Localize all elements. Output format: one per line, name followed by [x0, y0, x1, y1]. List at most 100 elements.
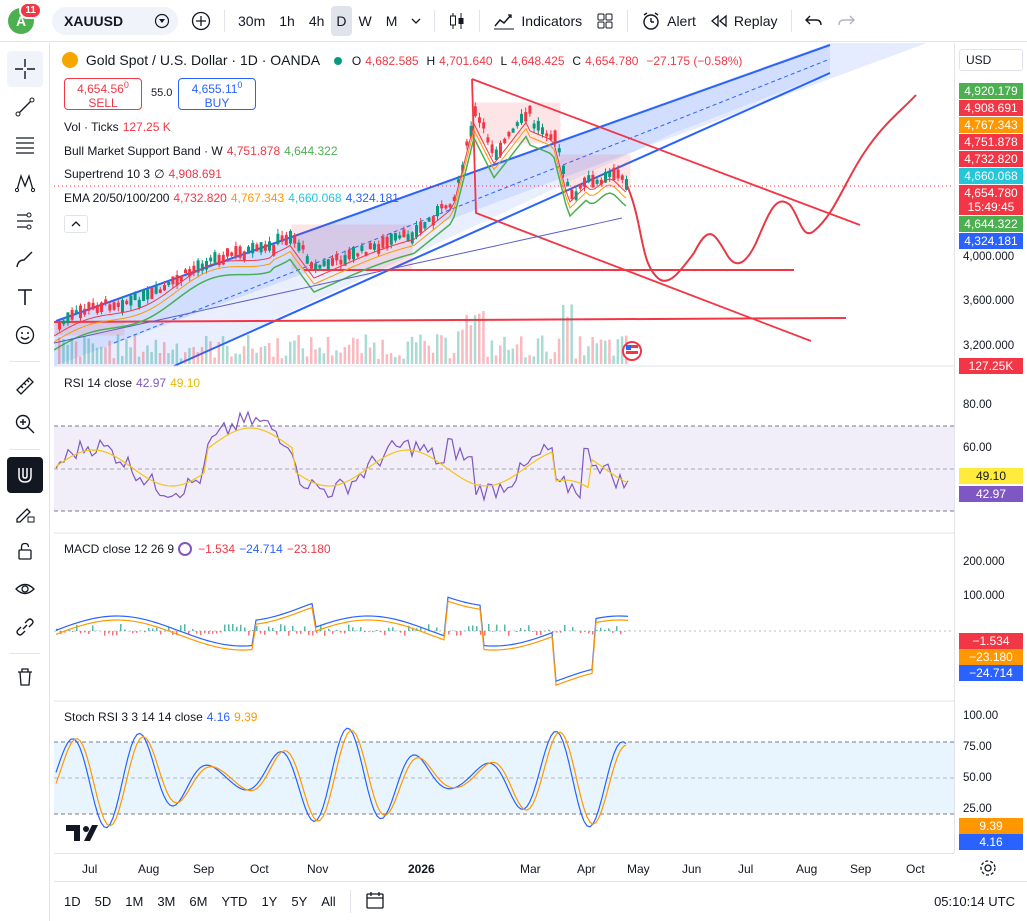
supertrend-legend[interactable]: Supertrend 10 3 ∅ 4,908.691: [64, 167, 226, 181]
macd-histogram-bar: [604, 629, 606, 631]
replay-button[interactable]: Replay: [703, 6, 785, 36]
range-1y[interactable]: 1Y: [261, 894, 277, 909]
macd-histogram-bar: [272, 627, 274, 631]
interval-30m[interactable]: 30m: [231, 6, 272, 36]
price-label: −24.714: [959, 665, 1023, 681]
currency-selector[interactable]: USD: [959, 49, 1023, 71]
compare-symbol-icon[interactable]: [154, 13, 170, 29]
chart-type-button[interactable]: [441, 6, 473, 36]
time-label: Mar: [520, 862, 541, 876]
macd-histogram-bar: [112, 631, 114, 636]
interval-1m[interactable]: M: [379, 6, 405, 36]
trend-line-tool[interactable]: [7, 89, 43, 125]
candlestick-series: [58, 102, 628, 332]
range-5y[interactable]: 5Y: [291, 894, 307, 909]
text-tool[interactable]: [7, 279, 43, 315]
volume-bar: [62, 339, 65, 364]
volume-bar: [116, 334, 120, 364]
range-all[interactable]: All: [321, 894, 335, 909]
stoch-legend[interactable]: Stoch RSI 3 3 14 14 close 4.16 9.39: [64, 710, 261, 724]
magnet-tool[interactable]: [7, 457, 43, 493]
collapse-legend-button[interactable]: [64, 215, 88, 233]
macd-histogram-bar: [232, 623, 234, 631]
sell-button[interactable]: 4,654.560 SELL: [64, 78, 142, 110]
macd-histogram-bar: [148, 628, 150, 631]
range-ytd[interactable]: YTD: [221, 894, 247, 909]
templates-button[interactable]: [589, 6, 621, 36]
volume-bar: [142, 351, 145, 364]
candle-body: [284, 234, 288, 245]
range-3m[interactable]: 3M: [157, 894, 175, 909]
candle-body: [507, 132, 511, 137]
symbol-search[interactable]: XAUUSD: [52, 6, 178, 35]
add-symbol-button[interactable]: [184, 6, 218, 36]
macd-histogram-bar: [268, 626, 270, 631]
candle-body: [394, 233, 397, 241]
us-flag-icon[interactable]: [622, 341, 642, 361]
volume-legend[interactable]: Vol · Ticks 127.25 K: [64, 120, 175, 134]
candle-body: [536, 120, 540, 131]
candle-body: [259, 242, 263, 253]
redo-button[interactable]: [830, 6, 862, 36]
candle-body: [545, 133, 549, 137]
range-1m[interactable]: 1M: [125, 894, 143, 909]
forecast-tool[interactable]: [7, 203, 43, 239]
bmsb-legend[interactable]: Bull Market Support Band · W 4,751.878 4,6…: [64, 144, 342, 158]
link-tool[interactable]: [7, 609, 43, 645]
macd-legend[interactable]: MACD close 12 26 9 −1.534 −24.714 −23.180: [64, 542, 335, 556]
range-5d[interactable]: 5D: [95, 894, 112, 909]
candle-body: [587, 175, 591, 183]
indicators-button[interactable]: Indicators: [486, 6, 589, 36]
emoji-tool[interactable]: [7, 317, 43, 353]
alert-button[interactable]: Alert: [634, 6, 703, 36]
macd-histogram-bar: [116, 631, 118, 636]
lock-tool[interactable]: [7, 533, 43, 569]
chart-area[interactable]: Gold Spot / U.S. Dollar · 1D · OANDA O 4,…: [54, 43, 954, 853]
range-1d[interactable]: 1D: [64, 894, 81, 909]
chevron-down-icon: [411, 18, 421, 24]
ruler-tool[interactable]: [7, 368, 43, 404]
price-label: 4,660.068: [959, 168, 1023, 184]
price-label: 4,767.343: [959, 117, 1023, 133]
drawing-mode-tool[interactable]: [7, 495, 43, 531]
zoom-tool[interactable]: [7, 406, 43, 442]
volume-bar: [524, 357, 527, 364]
settings-button[interactable]: [979, 859, 997, 880]
interval-1h[interactable]: 1h: [272, 6, 302, 36]
undo-button[interactable]: [798, 6, 830, 36]
user-avatar[interactable]: A 11: [8, 1, 42, 34]
interval-4h[interactable]: 4h: [302, 6, 332, 36]
volume-bar: [150, 352, 153, 364]
rsi-legend[interactable]: RSI 14 close 42.97 49.10: [64, 376, 204, 390]
volume-bar: [360, 353, 363, 364]
price-axis[interactable]: USD 4,920.179 4,908.691 4,767.343 4,751.878…: [954, 43, 1027, 853]
interval-1w[interactable]: W: [352, 6, 379, 36]
smiley-icon: [15, 325, 35, 345]
volume-bar: [566, 316, 569, 364]
time-axis[interactable]: Jul Aug Sep Oct Nov 2026 Mar Apr May Jun Jul Aug Sep…: [54, 853, 996, 881]
volume-bar: [616, 339, 620, 364]
candle-body: [528, 105, 532, 114]
volume-bar: [301, 348, 305, 364]
price-label: 4,732.820: [959, 151, 1023, 167]
hide-tool[interactable]: [7, 571, 43, 607]
buy-button[interactable]: 4,655.110 BUY: [178, 78, 256, 110]
interval-dropdown[interactable]: [404, 6, 428, 36]
candle-body: [213, 252, 217, 263]
brush-tool[interactable]: [7, 241, 43, 277]
range-6m[interactable]: 6M: [189, 894, 207, 909]
candle-body: [234, 246, 238, 257]
crosshair-tool[interactable]: [7, 51, 43, 87]
ema-legend[interactable]: EMA 20/50/100/200 4,732.820 4,767.343 4,660…: [64, 191, 403, 205]
chart-canvas[interactable]: [54, 43, 954, 853]
delete-tool[interactable]: [7, 659, 43, 695]
fib-tool[interactable]: [7, 127, 43, 163]
interval-1d[interactable]: D: [331, 5, 352, 36]
volume-bar: [599, 339, 603, 364]
volume-bar: [473, 315, 477, 364]
clock[interactable]: 05:10:14 UTC: [934, 894, 1015, 909]
volume-bar: [158, 352, 162, 364]
macd-settings-icon[interactable]: [178, 542, 193, 556]
pattern-tool[interactable]: [7, 165, 43, 201]
date-range-button[interactable]: [349, 890, 385, 913]
